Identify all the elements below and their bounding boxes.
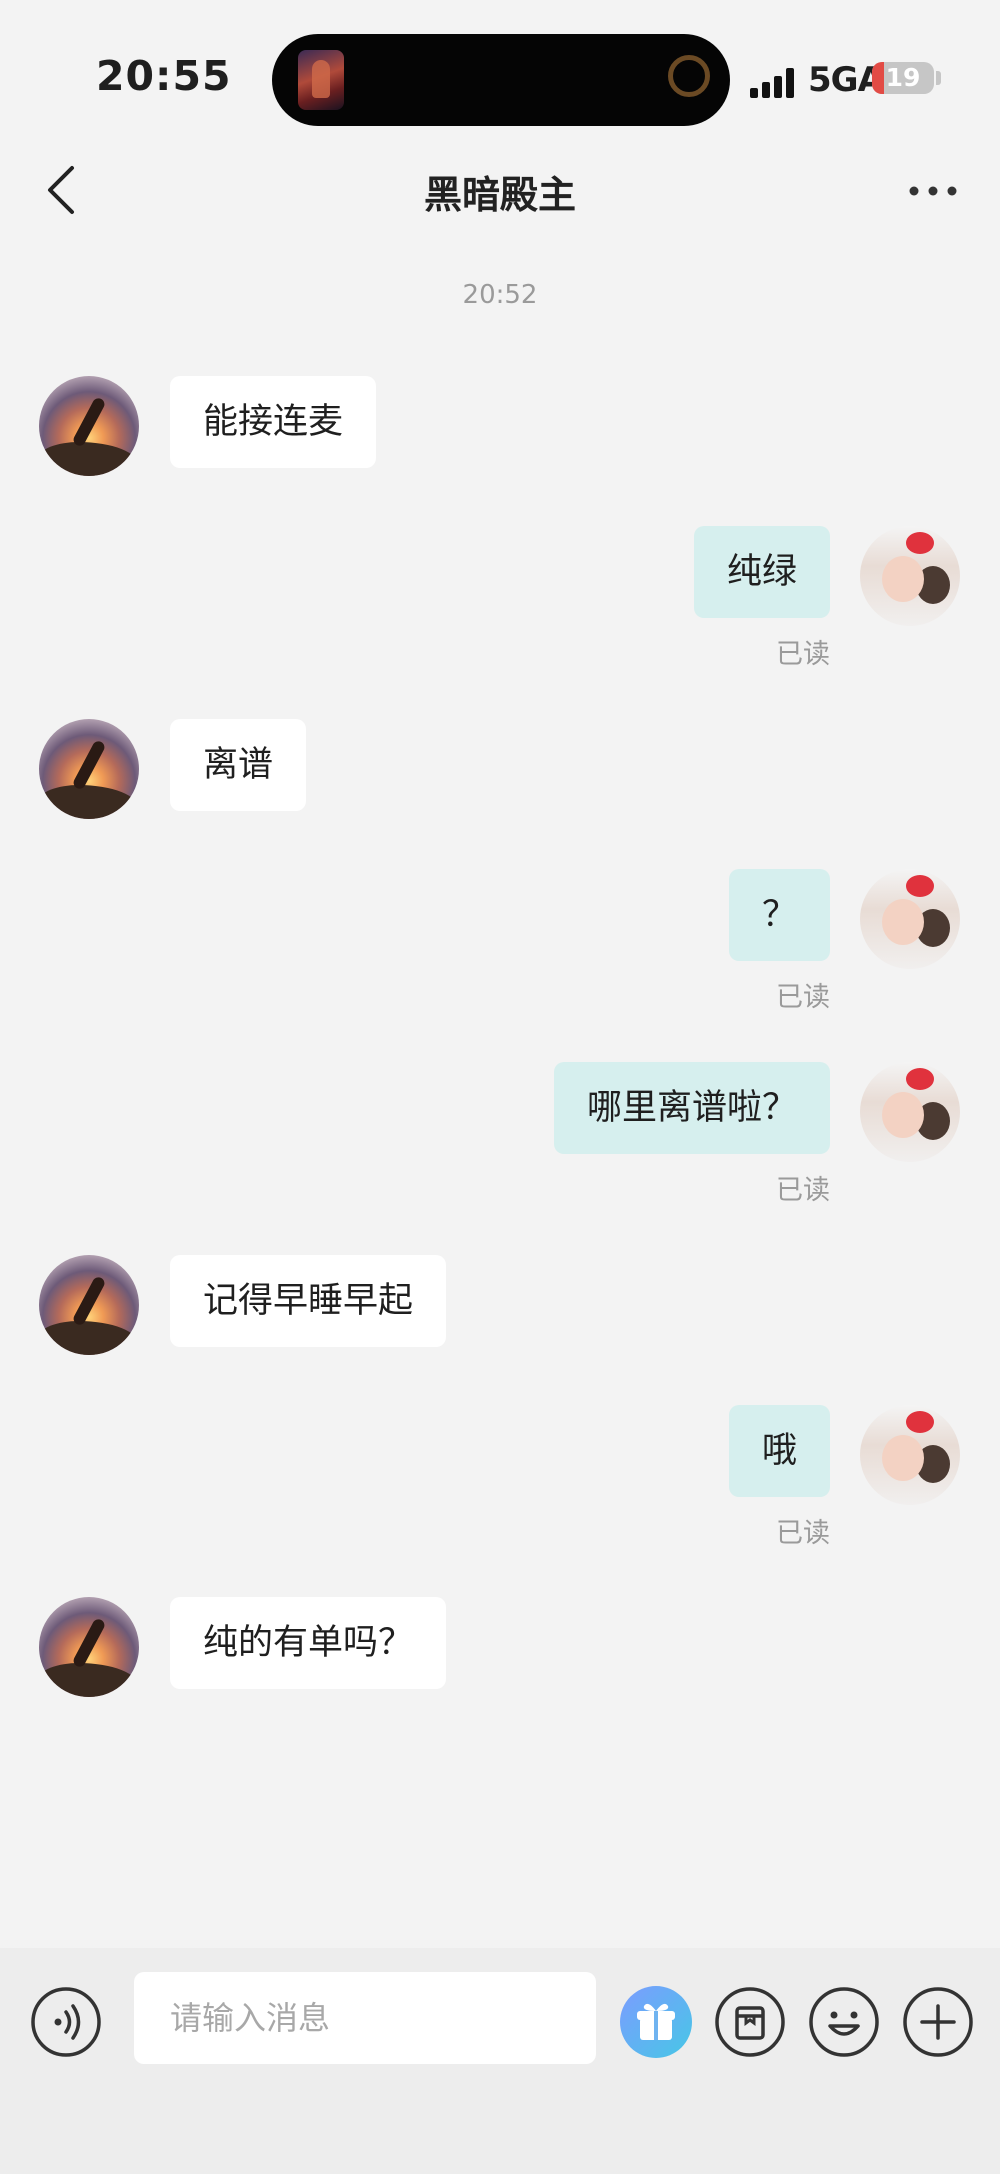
message-bubble-sent[interactable]: ？ <box>728 869 830 961</box>
chat-header: 黑暗殿主 <box>0 150 1000 230</box>
chat-title: 黑暗殿主 <box>423 173 576 217</box>
message-bubble-received[interactable]: 记得早睡早起 <box>170 1255 447 1347</box>
message-bubble-received[interactable]: 能接连麦 <box>170 376 377 468</box>
message-bubble-received[interactable]: 纯的有单吗？ <box>170 1597 447 1689</box>
more-horizontal-icon <box>909 186 957 196</box>
battery-tip <box>936 71 941 85</box>
box-button[interactable] <box>714 1986 786 2058</box>
contact-avatar[interactable] <box>39 719 139 819</box>
status-time: 20:55 <box>96 52 232 100</box>
chat-timestamp: 20:52 <box>462 280 538 310</box>
battery-percent: 19 <box>885 63 921 92</box>
input-bar <box>0 1948 1000 2174</box>
activity-ring-icon <box>668 55 710 97</box>
contact-avatar[interactable] <box>39 1255 139 1355</box>
gift-button[interactable] <box>620 1986 692 2058</box>
read-receipt: 已读 <box>776 982 830 1013</box>
contact-avatar[interactable] <box>39 1597 139 1697</box>
voice-button[interactable] <box>30 1986 102 2058</box>
box-icon <box>715 1987 785 2057</box>
my-avatar[interactable] <box>860 869 960 969</box>
emoji-icon <box>809 1987 879 2057</box>
gift-icon <box>637 2003 675 2040</box>
contact-avatar[interactable] <box>39 376 139 476</box>
voice-icon <box>31 1987 101 2057</box>
status-bar: 20:55 5GA 19 <box>0 0 1000 160</box>
plus-icon <box>903 1987 973 2057</box>
message-input[interactable] <box>134 1972 596 2064</box>
read-receipt: 已读 <box>776 1518 830 1549</box>
my-avatar[interactable] <box>860 1405 960 1505</box>
message-bubble-sent[interactable]: 纯绿 <box>693 526 830 618</box>
emoji-button[interactable] <box>808 1986 880 2058</box>
battery-icon: 19 <box>872 62 934 94</box>
signal-icon <box>750 62 800 98</box>
my-avatar[interactable] <box>860 526 960 626</box>
more-button[interactable] <box>904 166 964 216</box>
message-bubble-sent[interactable]: 哪里离谱啦？ <box>553 1062 830 1154</box>
now-playing-thumbnail <box>298 50 344 110</box>
my-avatar[interactable] <box>860 1062 960 1162</box>
read-receipt: 已读 <box>776 1175 830 1206</box>
dynamic-island[interactable] <box>272 34 730 126</box>
message-bubble-received[interactable]: 离谱 <box>170 719 307 811</box>
message-bubble-sent[interactable]: 哦 <box>728 1405 830 1497</box>
more-actions-button[interactable] <box>902 1986 974 2058</box>
read-receipt: 已读 <box>776 639 830 670</box>
